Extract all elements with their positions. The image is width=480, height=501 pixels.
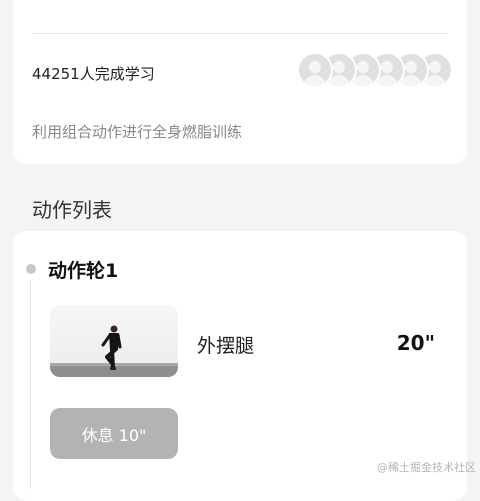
watermark: @稀土掘金技术社区: [377, 461, 476, 474]
learners-count-text: 44251人完成学习: [32, 65, 155, 83]
rest-button[interactable]: 休息 10": [50, 408, 178, 459]
exercise-duration: 20": [396, 331, 435, 355]
divider: [32, 33, 448, 34]
exercise-name[interactable]: 外摆腿: [197, 331, 254, 358]
exercise-thumbnail[interactable]: [50, 305, 178, 377]
course-description: 利用组合动作进行全身燃脂训练: [32, 123, 243, 141]
section-title-action-list: 动作列表: [32, 198, 112, 222]
avatar: [297, 52, 333, 88]
exercise-figure-icon: [50, 325, 178, 377]
round-title: 动作轮1: [48, 260, 119, 282]
timeline-line: [30, 279, 31, 489]
timeline-dot: [26, 264, 36, 274]
learner-avatars[interactable]: [297, 52, 453, 88]
